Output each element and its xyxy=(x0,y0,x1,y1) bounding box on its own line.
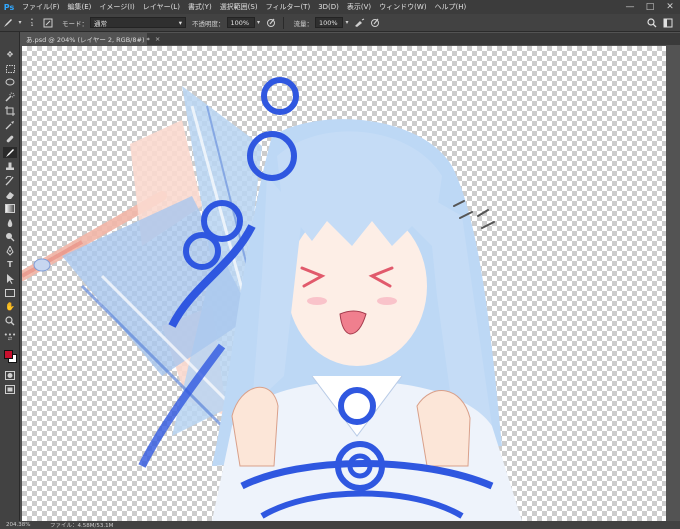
move-icon[interactable]: ✥ xyxy=(3,49,17,60)
chevron-down-icon: ▾ xyxy=(178,18,182,27)
menu-filter[interactable]: フィルター(T) xyxy=(262,2,315,12)
zoom-level[interactable]: 204.38% xyxy=(0,522,50,528)
menu-image[interactable]: イメージ(I) xyxy=(95,2,138,12)
photoshop-logo: Ps xyxy=(3,2,15,12)
document-title: あ.psd @ 204% (レイヤー 2, RGB/8#) * xyxy=(26,36,150,44)
document-canvas[interactable] xyxy=(22,46,666,521)
file-size-info: ファイル：4.58M/53.1M xyxy=(50,523,114,529)
marquee-icon[interactable] xyxy=(3,63,17,74)
menu-file[interactable]: ファイル(F) xyxy=(18,2,64,12)
healing-icon[interactable] xyxy=(3,133,17,144)
eyedropper-icon[interactable] xyxy=(3,119,17,130)
window-controls: — □ ✕ xyxy=(620,0,680,14)
mode-select[interactable]: 通常 ▾ xyxy=(90,17,186,28)
foreground-color-swatch[interactable] xyxy=(4,350,13,359)
tools-panel: ✥ T ✋ ••• ⇄ xyxy=(0,32,20,521)
pressure-size-icon[interactable] xyxy=(367,15,383,31)
artwork-image xyxy=(22,77,522,521)
crop-icon[interactable] xyxy=(3,105,17,116)
mode-value: 通常 xyxy=(94,19,107,28)
menu-select[interactable]: 選択範囲(S) xyxy=(216,2,262,12)
divider xyxy=(282,16,284,29)
mode-label: モード： xyxy=(62,19,88,28)
close-button[interactable]: ✕ xyxy=(660,0,680,14)
workspace-icon[interactable] xyxy=(660,15,676,31)
search-icon[interactable] xyxy=(644,15,660,31)
menu-type[interactable]: 書式(Y) xyxy=(184,2,216,12)
type-icon[interactable]: T xyxy=(3,259,17,270)
menu-help[interactable]: ヘルプ(H) xyxy=(431,2,471,12)
quick-mask-icon[interactable] xyxy=(3,370,17,381)
flow-value: 100% xyxy=(319,18,338,27)
history-brush-icon[interactable] xyxy=(3,175,17,186)
blur-icon[interactable] xyxy=(3,217,17,228)
menu-edit[interactable]: 編集(E) xyxy=(64,2,96,12)
close-icon[interactable]: × xyxy=(155,35,160,43)
brush-size-picker[interactable]: • 1 xyxy=(24,15,40,31)
menu-layer[interactable]: レイヤー(L) xyxy=(139,2,184,12)
chevron-down-icon[interactable]: ▾ xyxy=(16,15,24,31)
chevron-down-icon[interactable]: ▾ xyxy=(343,15,351,31)
document-tab-bar: あ.psd @ 204% (レイヤー 2, RGB/8#) * × xyxy=(22,33,680,45)
menu-window[interactable]: ウィンドウ(W) xyxy=(375,2,430,12)
stamp-icon[interactable] xyxy=(3,161,17,172)
options-right xyxy=(644,15,676,31)
brush-preset-icon[interactable] xyxy=(0,15,16,31)
brush-panel-toggle-icon[interactable] xyxy=(40,15,56,31)
menu-3d[interactable]: 3D(D) xyxy=(314,3,343,11)
pressure-opacity-icon[interactable] xyxy=(263,15,279,31)
hand-icon[interactable]: ✋ xyxy=(3,301,17,312)
brush-size-value: 1 xyxy=(30,21,34,28)
quick-select-icon[interactable] xyxy=(3,91,17,102)
opacity-field[interactable]: 100% xyxy=(226,17,255,28)
lasso-icon[interactable] xyxy=(3,77,17,88)
opacity-value: 100% xyxy=(230,18,250,27)
pen-icon[interactable] xyxy=(3,245,17,256)
document-tab[interactable]: あ.psd @ 204% (レイヤー 2, RGB/8#) * × xyxy=(22,33,160,45)
airbrush-icon[interactable] xyxy=(351,15,367,31)
screen-mode-icon[interactable] xyxy=(3,384,17,395)
path-select-icon[interactable] xyxy=(3,273,17,284)
dodge-icon[interactable] xyxy=(3,231,17,242)
chevron-down-icon[interactable]: ▾ xyxy=(255,15,263,31)
eraser-icon[interactable] xyxy=(3,189,17,200)
options-bar: ▾ • 1 モード： 通常 ▾ 不透明度： 100% ▾ 流量： 100% ▾ xyxy=(0,14,680,32)
status-bar: 204.38% ファイル：4.58M/53.1M xyxy=(0,521,680,529)
zoom-icon[interactable] xyxy=(3,315,17,326)
opacity-label: 不透明度： xyxy=(192,19,225,28)
gradient-icon[interactable] xyxy=(3,203,17,214)
vertical-scrollbar[interactable] xyxy=(666,46,680,521)
menu-view[interactable]: 表示(V) xyxy=(343,2,375,12)
minimize-button[interactable]: — xyxy=(620,0,640,14)
menu-bar: Ps ファイル(F) 編集(E) イメージ(I) レイヤー(L) 書式(Y) 選… xyxy=(0,0,680,14)
flow-label: 流量： xyxy=(293,19,314,28)
maximize-button[interactable]: □ xyxy=(640,0,660,14)
rectangle-icon[interactable] xyxy=(3,287,17,298)
flow-field[interactable]: 100% xyxy=(315,17,343,28)
brush-icon[interactable] xyxy=(3,147,17,158)
swap-colors-icon[interactable]: ⇄ xyxy=(3,336,17,342)
